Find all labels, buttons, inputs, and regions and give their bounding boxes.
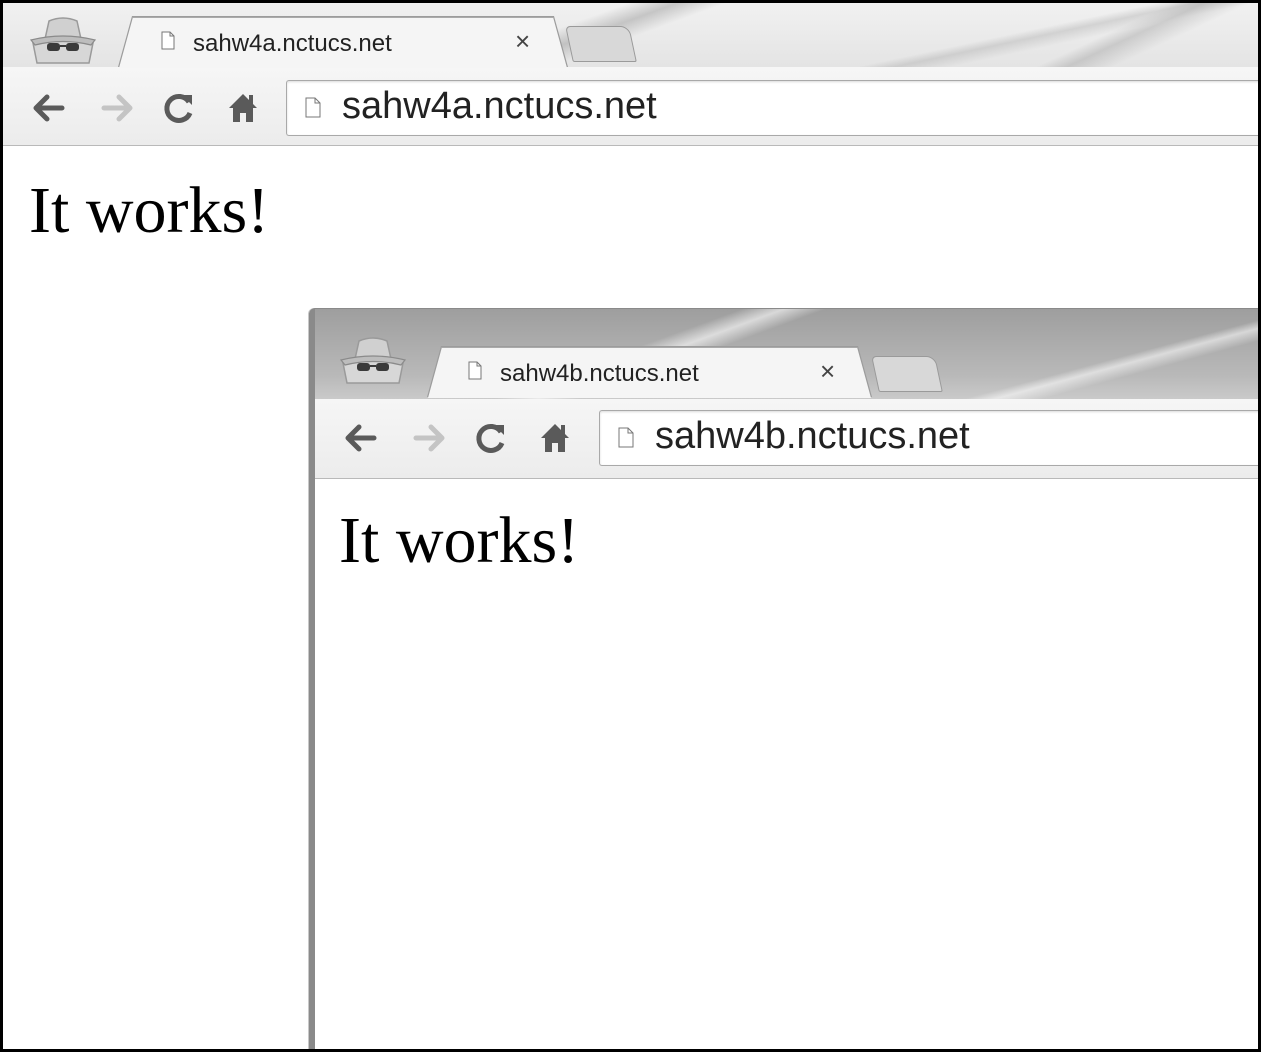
page-heading: It works! bbox=[339, 504, 580, 577]
back-arrow-icon bbox=[345, 424, 377, 452]
address-bar[interactable]: sahw4a.nctucs.net bbox=[286, 80, 1258, 136]
browser-window-b: sahw4b.nctucs.net × sahw4b.nctucs.net It… bbox=[309, 308, 1258, 1049]
screenshot-frame: sahw4a.nctucs.net × sahw4a.nctucs.net It… bbox=[0, 0, 1261, 1052]
back-button[interactable] bbox=[31, 90, 67, 126]
reload-button[interactable] bbox=[161, 90, 197, 126]
page-icon bbox=[468, 361, 482, 380]
forward-button[interactable] bbox=[411, 420, 447, 456]
reload-icon bbox=[476, 424, 505, 453]
back-arrow-icon bbox=[33, 94, 65, 122]
forward-arrow-icon bbox=[101, 94, 133, 122]
home-button[interactable] bbox=[537, 420, 573, 456]
new-tab-button[interactable] bbox=[871, 356, 943, 392]
address-url[interactable]: sahw4b.nctucs.net bbox=[655, 415, 970, 458]
browser-window-a: sahw4a.nctucs.net × sahw4a.nctucs.net It… bbox=[3, 3, 1258, 1049]
close-icon[interactable]: × bbox=[820, 356, 835, 387]
incognito-icon bbox=[339, 337, 407, 384]
home-icon bbox=[229, 94, 257, 122]
home-icon bbox=[541, 424, 569, 452]
tab-title: sahw4b.nctucs.net bbox=[500, 360, 699, 387]
forward-button[interactable] bbox=[99, 90, 135, 126]
reload-button[interactable] bbox=[473, 420, 509, 456]
back-button[interactable] bbox=[343, 420, 379, 456]
tab-active[interactable]: sahw4b.nctucs.net × bbox=[428, 347, 871, 398]
new-tab-button[interactable] bbox=[565, 26, 637, 62]
page-icon bbox=[305, 97, 321, 118]
tab-title: sahw4a.nctucs.net bbox=[193, 30, 392, 57]
close-icon[interactable]: × bbox=[515, 26, 530, 57]
home-button[interactable] bbox=[225, 90, 261, 126]
address-url[interactable]: sahw4a.nctucs.net bbox=[342, 85, 657, 128]
forward-arrow-icon bbox=[413, 424, 445, 452]
page-heading: It works! bbox=[29, 174, 270, 247]
tab-active[interactable]: sahw4a.nctucs.net × bbox=[119, 17, 567, 68]
page-icon bbox=[618, 427, 634, 448]
incognito-icon bbox=[29, 17, 97, 64]
reload-icon bbox=[164, 94, 193, 123]
page-icon bbox=[161, 31, 175, 50]
address-bar[interactable]: sahw4b.nctucs.net bbox=[599, 410, 1258, 466]
